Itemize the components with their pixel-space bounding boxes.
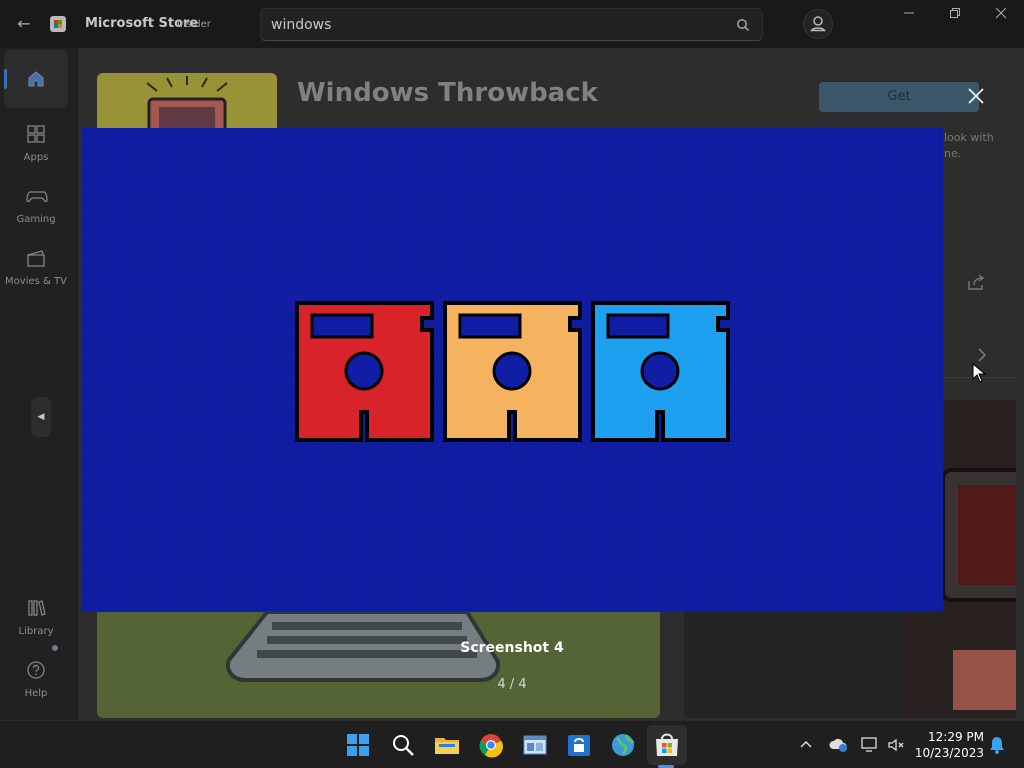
floppy-disk-blue bbox=[591, 301, 730, 442]
file-explorer-icon[interactable] bbox=[431, 729, 463, 761]
screenshot-counter: 4 / 4 bbox=[497, 677, 527, 692]
onedrive-icon[interactable] bbox=[828, 735, 850, 755]
store-bag-icon[interactable] bbox=[563, 729, 595, 761]
floppy-disks-image bbox=[295, 301, 730, 442]
floppy-disk-red bbox=[295, 301, 434, 442]
globe-app-icon[interactable] bbox=[607, 729, 639, 761]
mouse-pointer-icon bbox=[972, 363, 986, 383]
chrome-icon[interactable] bbox=[475, 729, 507, 761]
screenshot-viewer bbox=[82, 128, 943, 611]
search-icon[interactable] bbox=[387, 729, 419, 761]
window-app-icon[interactable] bbox=[519, 729, 551, 761]
close-viewer-icon[interactable] bbox=[962, 84, 990, 108]
floppy-disk-orange bbox=[443, 301, 582, 442]
notification-bell-icon[interactable] bbox=[988, 735, 1006, 755]
chevron-up-icon[interactable] bbox=[798, 737, 814, 753]
clock-date: 10/23/2023 bbox=[914, 746, 984, 760]
volume-muted-icon[interactable] bbox=[886, 735, 906, 755]
microsoft-store-icon[interactable] bbox=[651, 729, 683, 761]
clock-time: 12:29 PM bbox=[928, 730, 984, 744]
screenshot-caption: Screenshot 4 bbox=[460, 640, 564, 656]
network-icon[interactable] bbox=[860, 735, 880, 755]
clock[interactable]: 12:29 PM 10/23/2023 bbox=[912, 729, 984, 761]
windows-start-icon[interactable] bbox=[342, 729, 374, 761]
taskbar: 12:29 PM 10/23/2023 bbox=[0, 720, 1024, 768]
